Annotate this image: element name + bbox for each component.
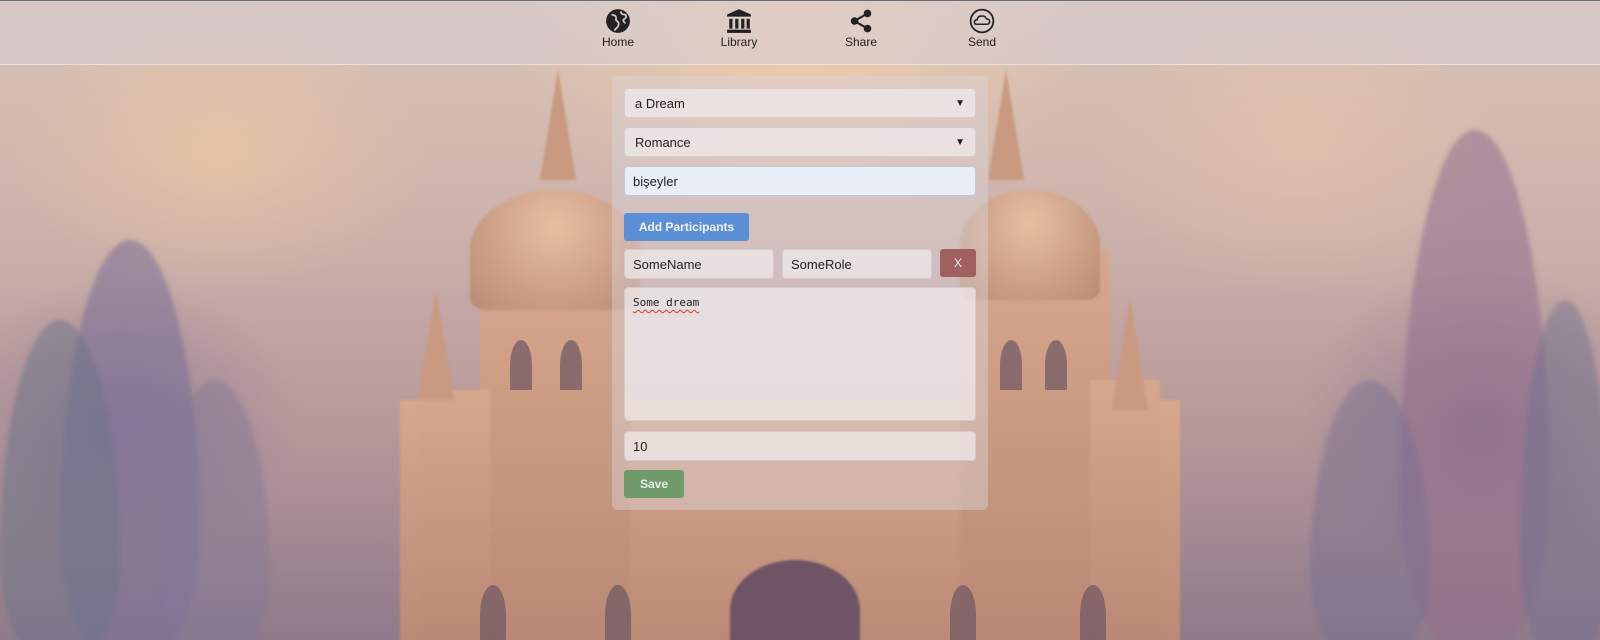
top-nav: Home Library Share Send — [0, 0, 1600, 65]
nav-library[interactable]: Library — [699, 8, 779, 49]
chevron-down-icon: ▼ — [955, 136, 965, 148]
globe-icon — [606, 9, 630, 33]
type-select[interactable]: a Dream ▼ — [624, 88, 976, 118]
library-icon — [727, 9, 751, 33]
title-input-value: bişeyler — [633, 173, 678, 189]
number-input[interactable]: 10 — [624, 431, 976, 461]
participant-name-input[interactable]: SomeName — [624, 249, 774, 279]
nav-share-label: Share — [844, 35, 878, 49]
participant-name-value: SomeName — [633, 256, 702, 272]
participant-role-input[interactable]: SomeRole — [782, 249, 932, 279]
dream-content-value: Some dream — [633, 296, 700, 309]
number-input-value: 10 — [633, 438, 648, 454]
chevron-down-icon: ▼ — [955, 97, 965, 109]
nav-send-label: Send — [967, 35, 997, 49]
send-icon — [969, 8, 995, 34]
nav-home[interactable]: Home — [578, 8, 658, 49]
nav-share[interactable]: Share — [821, 8, 901, 49]
save-button[interactable]: Save — [624, 470, 684, 498]
dream-content-textarea[interactable]: Some dream — [624, 287, 976, 421]
nav-send[interactable]: Send — [942, 8, 1022, 49]
dream-form-panel: a Dream ▼ Romance ▼ bişeyler Add Partici… — [612, 76, 988, 510]
nav-home-label: Home — [601, 35, 634, 49]
genre-select-value: Romance — [635, 134, 691, 150]
genre-select[interactable]: Romance ▼ — [624, 127, 976, 157]
add-participants-button[interactable]: Add Participants — [624, 213, 749, 241]
nav-library-label: Library — [720, 35, 758, 49]
remove-participant-button[interactable]: X — [940, 249, 976, 277]
title-input[interactable]: bişeyler — [624, 166, 976, 196]
type-select-value: a Dream — [635, 95, 685, 111]
participant-role-value: SomeRole — [791, 256, 852, 272]
share-icon — [850, 9, 872, 33]
